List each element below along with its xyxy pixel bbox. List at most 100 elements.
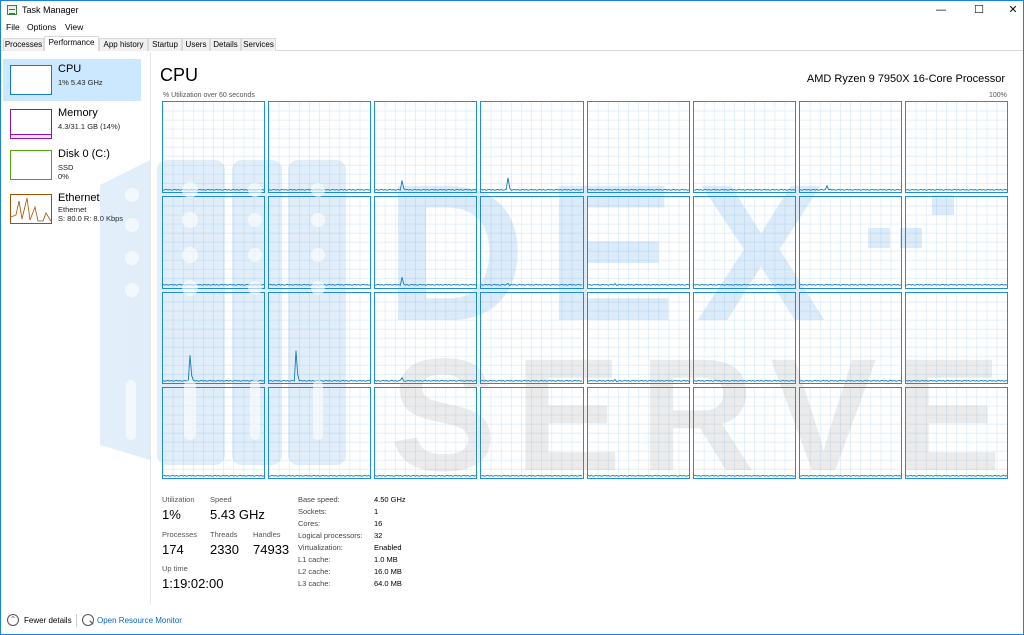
logical-processor-graph	[798, 386, 902, 479]
logical-processor-graph	[268, 196, 372, 289]
chevron-up-icon[interactable]: ⌃	[7, 614, 19, 626]
footer-bar: ⌃ Fewer details Open Resource Monitor	[1, 609, 1023, 633]
logical-processor-graph	[374, 101, 478, 194]
core-graph-svg	[163, 197, 265, 288]
spec-l2-label: L2 cache:	[298, 567, 331, 576]
sidebar-item-disk[interactable]: Disk 0 (C:) SSD 0%	[3, 144, 141, 186]
core-graph-svg	[693, 292, 795, 383]
tab-services[interactable]: Services	[241, 38, 276, 51]
core-graph-svg	[163, 292, 265, 383]
sidebar-cpu-detail: 1% 5.43 GHz	[58, 78, 103, 87]
spec-logical-value: 32	[374, 531, 383, 540]
utilization-label: Utilization	[162, 495, 195, 504]
core-graph-svg	[587, 102, 689, 193]
logical-processor-graph	[692, 101, 796, 194]
tab-processes[interactable]: Processes	[3, 38, 44, 51]
fewer-details-link[interactable]: Fewer details	[24, 616, 72, 625]
logical-processor-graph	[480, 386, 584, 479]
menu-bar: File Options View	[1, 20, 1023, 36]
sidebar-item-cpu[interactable]: CPU 1% 5.43 GHz	[3, 59, 141, 101]
logical-processor-graph	[268, 101, 372, 194]
core-graph-svg	[481, 102, 583, 193]
tab-users[interactable]: Users	[182, 38, 210, 51]
logical-processor-graph	[162, 291, 266, 384]
minimize-button[interactable]: —	[924, 1, 958, 20]
utilization-line	[587, 188, 689, 191]
core-graph-svg	[905, 387, 1007, 478]
logical-processor-graph	[586, 291, 690, 384]
menu-view[interactable]: View	[65, 22, 83, 32]
core-graph-svg	[905, 292, 1007, 383]
logical-processor-graph	[904, 386, 1008, 479]
utilization-line	[799, 284, 901, 287]
graph-max-label: 100%	[989, 92, 1007, 99]
sidebar-memory-detail: 4.3/31.1 GB (14%)	[58, 122, 121, 131]
tab-details[interactable]: Details	[210, 38, 241, 51]
core-graph-svg	[587, 387, 689, 478]
logical-processor-graph	[904, 291, 1008, 384]
utilization-value: 1%	[162, 507, 181, 522]
utilization-line	[481, 379, 583, 382]
page-title: CPU	[160, 65, 199, 85]
logical-processor-graph	[692, 291, 796, 384]
sidebar-memory-title: Memory	[58, 107, 98, 119]
resource-monitor-icon[interactable]	[82, 614, 94, 626]
spec-logical-label: Logical processors:	[298, 531, 363, 540]
maximize-button[interactable]: ☐	[962, 1, 996, 20]
core-graph-svg	[481, 292, 583, 383]
open-resource-monitor-link[interactable]: Open Resource Monitor	[97, 616, 182, 625]
spec-cores-value: 16	[374, 519, 383, 528]
core-graph-svg	[799, 292, 901, 383]
tab-startup[interactable]: Startup	[148, 38, 182, 51]
tab-performance[interactable]: Performance	[44, 36, 99, 51]
task-manager-icon	[7, 5, 17, 15]
logical-processor-graph	[798, 101, 902, 194]
handles-label: Handles	[253, 530, 281, 539]
resource-sidebar: CPU 1% 5.43 GHz Memory 4.3/31.1 GB (14%)…	[1, 52, 151, 605]
sidebar-cpu-title: CPU	[58, 63, 82, 75]
sidebar-disk-usage: 0%	[58, 172, 69, 181]
logical-processor-graph	[904, 101, 1008, 194]
processes-label: Processes	[162, 530, 198, 539]
processor-name: AMD Ryzen 9 7950X 16-Core Processor	[806, 73, 1005, 85]
sidebar-item-memory[interactable]: Memory 4.3/31.1 GB (14%)	[3, 103, 141, 145]
sidebar-ethernet-adapter: Ethernet	[58, 205, 87, 214]
menu-options[interactable]: Options	[27, 22, 56, 32]
core-graph-svg	[905, 197, 1007, 288]
spec-l2-value: 16.0 MB	[374, 567, 402, 576]
logical-processor-graph	[586, 101, 690, 194]
logical-processor-graph	[586, 196, 690, 289]
close-button[interactable]: ✕	[996, 1, 1024, 20]
tab-app-history[interactable]: App history	[99, 38, 148, 51]
uptime-value: 1:19:02:00	[162, 576, 224, 591]
core-graph-svg	[375, 102, 477, 193]
utilization-line	[163, 474, 265, 477]
handles-value: 74933	[253, 542, 290, 557]
core-graph-svg	[799, 387, 901, 478]
threads-label: Threads	[210, 530, 238, 539]
core-graph-svg	[163, 102, 265, 193]
sidebar-item-ethernet[interactable]: Ethernet Ethernet S: 80.0 R: 8.0 Kbps	[3, 188, 141, 230]
spec-sockets-value: 1	[374, 507, 379, 516]
spec-l3-label: L3 cache:	[298, 579, 331, 588]
logical-processor-graph	[374, 196, 478, 289]
logical-processor-graph	[162, 196, 266, 289]
sidebar-disk-title: Disk 0 (C:)	[58, 148, 110, 160]
core-graph-svg	[587, 292, 689, 383]
logical-processor-graph	[480, 101, 584, 194]
core-graph-svg	[163, 387, 265, 478]
window-title: Task Manager	[22, 5, 79, 15]
logical-processor-graph	[798, 291, 902, 384]
core-graph-svg	[269, 102, 371, 193]
logical-processor-graph	[904, 196, 1008, 289]
logical-processor-graph	[692, 196, 796, 289]
core-graph-svg	[799, 102, 901, 193]
core-graph-svg	[693, 102, 795, 193]
title-bar[interactable]: Task Manager — ☐ ✕	[1, 1, 1023, 20]
task-manager-window: Task Manager — ☐ ✕ File Options View Pro…	[0, 0, 1024, 635]
spec-virtualization-label: Virtualization:	[298, 543, 343, 552]
menu-file[interactable]: File	[6, 22, 20, 32]
logical-processor-graph	[692, 386, 796, 479]
core-graph-svg	[269, 387, 371, 478]
core-graph-svg	[481, 197, 583, 288]
